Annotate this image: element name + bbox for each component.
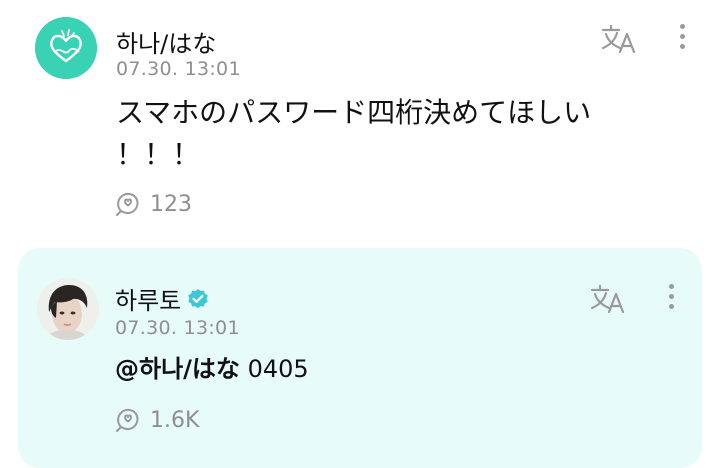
more-options-button[interactable] [677,24,687,58]
kebab-dot [668,304,674,309]
reaction-button[interactable]: 1.6K [112,405,199,435]
translate-button[interactable] [589,283,627,315]
reaction-button[interactable]: 123 [112,189,192,219]
translate-icon [601,24,636,54]
kebab-dot [679,44,685,49]
reaction-count: 123 [150,191,192,217]
post-timestamp: 07.30. 13:01 [116,58,241,80]
fan-avatar-logo-icon [35,17,97,79]
reply-timestamp: 07.30. 13:01 [115,317,240,339]
kebab-dot [679,24,685,29]
reply-body: @하나/はな 0405 [115,352,309,386]
kebab-dot [679,34,685,39]
artist-reply-card: 하루토 07.30. 13:01 @하나/はな 0405 1.6K [18,248,702,468]
post-author-name[interactable]: 하나/はな [116,24,216,59]
kebab-dot [668,294,674,299]
reaction-count: 1.6K [150,407,200,433]
fan-post: 하나/はな 07.30. 13:01 スマホのパスワード四桁決めてほしい ！！！ [0,0,720,240]
reaction-icon [116,408,139,432]
avatar[interactable] [37,278,99,340]
reply-body-text: 0405 [239,355,309,383]
avatar[interactable] [35,17,97,79]
post-body: スマホのパスワード四桁決めてほしい ！！！ [116,96,592,171]
mention-link[interactable]: @하나/はな [115,355,240,383]
kebab-dot [668,284,674,289]
translate-icon [590,284,625,314]
translate-button[interactable] [600,23,638,55]
artist-avatar-photo [37,278,99,340]
reply-author-row: 하루토 [115,281,209,316]
more-options-button[interactable] [666,284,676,318]
reaction-icon [116,192,139,216]
verified-badge-icon [188,288,208,308]
reply-author-name[interactable]: 하루토 [115,281,181,316]
